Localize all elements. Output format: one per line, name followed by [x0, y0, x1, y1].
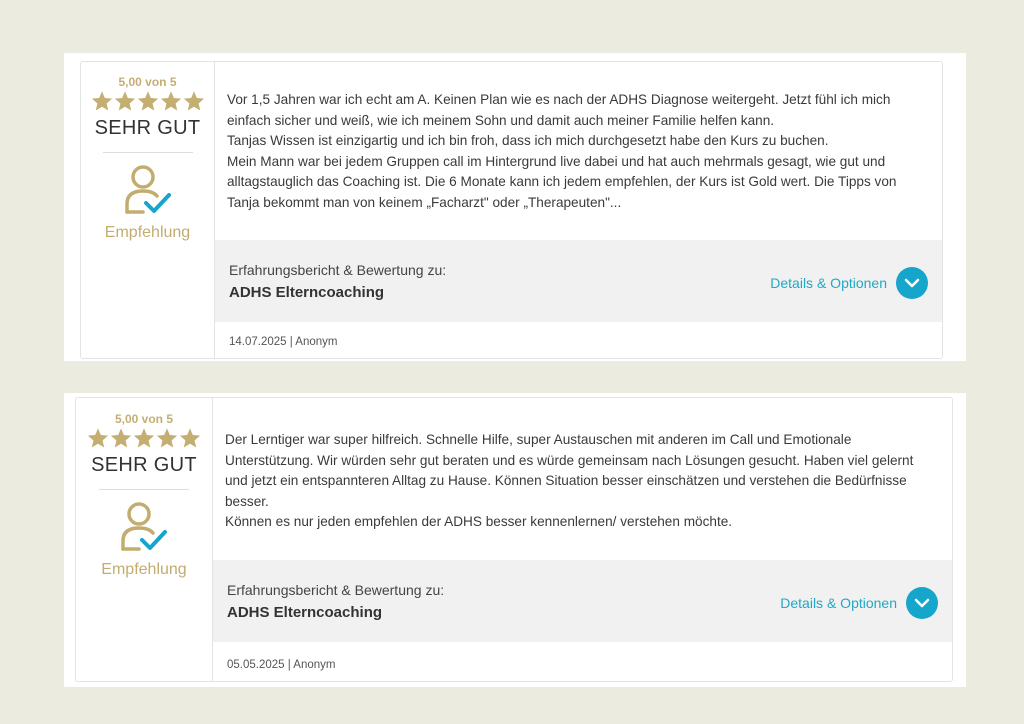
star-icon — [137, 91, 158, 111]
review-content: Vor 1,5 Jahren war ich echt am A. Keinen… — [215, 62, 942, 358]
star-icon — [110, 428, 132, 448]
star-icon — [114, 91, 135, 111]
verdict-text: SEHR GUT — [94, 117, 201, 139]
product-label: Erfahrungsbericht & Bewertung zu: — [227, 582, 445, 598]
review-content: Der Lerntiger war super hilfreich. Schne… — [213, 398, 952, 681]
star-icon — [160, 91, 181, 111]
review-text: Der Lerntiger war super hilfreich. Schne… — [225, 432, 914, 529]
details-options-button[interactable]: Details & Optionen — [780, 587, 938, 619]
user-check-icon — [76, 499, 212, 557]
details-options-label[interactable]: Details & Optionen — [770, 275, 887, 291]
score-text: 5,00 von 5 — [114, 412, 174, 426]
product-box: Erfahrungsbericht & Bewertung zu: ADHS E… — [215, 240, 942, 322]
details-options-button[interactable]: Details & Optionen — [770, 267, 928, 299]
product-name: ADHS Elterncoaching — [229, 284, 385, 301]
star-icon — [133, 428, 155, 448]
star-icon — [179, 428, 201, 448]
star-icon — [91, 91, 112, 111]
review-text: Vor 1,5 Jahren war ich echt am A. Keinen… — [227, 92, 897, 210]
star-rating — [81, 90, 214, 114]
review-meta: 05.05.2025 | Anonym — [227, 659, 336, 671]
score-text: 5,00 von 5 — [118, 75, 177, 89]
verdict-text: SEHR GUT — [91, 454, 197, 476]
product-box: Erfahrungsbericht & Bewertung zu: ADHS E… — [213, 560, 952, 642]
divider — [102, 152, 193, 153]
rating-column: 5,00 von 5 SEHR GUT Empfehlung — [81, 62, 215, 358]
star-icon — [156, 428, 178, 448]
recommendation-label: Empfehlung — [101, 561, 187, 578]
chevron-down-icon[interactable] — [896, 267, 928, 299]
star-rating — [76, 427, 212, 451]
user-check-icon — [81, 162, 214, 220]
chevron-down-icon[interactable] — [906, 587, 938, 619]
divider — [99, 489, 189, 490]
review-card: 5,00 von 5 SEHR GUT Empfehlung Der Lernt… — [75, 397, 953, 682]
product-label: Erfahrungsbericht & Bewertung zu: — [229, 262, 447, 278]
rating-column: 5,00 von 5 SEHR GUT Empfehlung — [76, 398, 213, 681]
review-meta: 14.07.2025 | Anonym — [229, 336, 338, 348]
recommendation-label: Empfehlung — [104, 224, 191, 241]
product-name: ADHS Elterncoaching — [227, 604, 383, 621]
star-icon — [87, 428, 109, 448]
review-panel: 5,00 von 5 SEHR GUT Empfehlung Der Lernt… — [64, 393, 966, 687]
details-options-label[interactable]: Details & Optionen — [780, 595, 897, 611]
star-icon — [183, 91, 204, 111]
review-card: 5,00 von 5 SEHR GUT Empfehlung Vor 1,5 J… — [80, 61, 943, 359]
review-panel: 5,00 von 5 SEHR GUT Empfehlung Vor 1,5 J… — [64, 53, 966, 361]
